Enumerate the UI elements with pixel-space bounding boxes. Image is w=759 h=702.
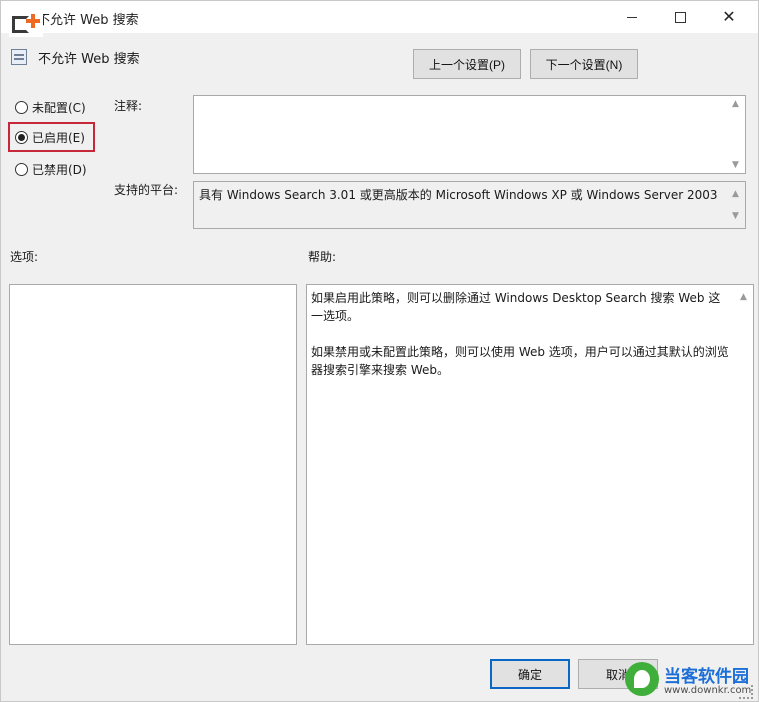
maximize-icon [674, 11, 686, 23]
policy-name: 不允许 Web 搜索 [38, 52, 140, 67]
close-button[interactable]: ✕ [706, 1, 752, 33]
radio-circle-icon [15, 101, 28, 114]
maximize-button[interactable] [657, 1, 703, 33]
radio-disabled[interactable]: 已禁用(D) [15, 161, 87, 178]
platform-label: 支持的平台: [114, 183, 179, 197]
radio-circle-icon [15, 163, 28, 176]
scroll-down-icon: ▼ [732, 160, 739, 170]
scroll-up-icon: ▲ [732, 189, 739, 199]
enabled-highlight-box [8, 122, 95, 152]
close-icon: ✕ [722, 7, 736, 26]
title-bar[interactable]: 不允许 Web 搜索 ✕ [1, 1, 758, 33]
help-scrollbar[interactable]: ▲ [736, 285, 753, 644]
options-panel [9, 284, 297, 645]
platform-value: 具有 Windows Search 3.01 或更高版本的 Microsoft … [199, 188, 718, 202]
platform-text: 具有 Windows Search 3.01 或更高版本的 Microsoft … [193, 181, 746, 229]
add-logo-icon [9, 7, 43, 37]
watermark-icon [625, 662, 659, 696]
radio-not-configured[interactable]: 未配置(C) [15, 99, 86, 116]
help-paragraph: 如果禁用或未配置此策略，则可以使用 Web 选项，用户可以通过其默认的浏览器搜索… [311, 345, 729, 377]
comment-label: 注释: [114, 99, 143, 113]
window-title: 不允许 Web 搜索 [37, 13, 139, 28]
platform-scrollbar[interactable]: ▲ ▼ [728, 182, 745, 228]
minimize-button[interactable] [609, 1, 655, 33]
watermark-name: 当客软件园 [664, 667, 749, 687]
minimize-icon [627, 16, 637, 18]
radio-label: 已禁用(D) [32, 163, 87, 177]
scroll-up-icon: ▲ [740, 292, 747, 302]
next-setting-button[interactable]: 下一个设置(N) [530, 49, 638, 79]
help-panel: 如果启用此策略，则可以删除通过 Windows Desktop Search 搜… [306, 284, 754, 645]
radio-label: 未配置(C) [32, 101, 86, 115]
scroll-up-icon: ▲ [732, 99, 739, 109]
watermark-url: www.downkr.com [664, 685, 752, 696]
options-label: 选项: [10, 250, 39, 264]
previous-setting-button[interactable]: 上一个设置(P) [413, 49, 521, 79]
scroll-down-icon: ▼ [732, 211, 739, 221]
policy-editor-window: 不允许 Web 搜索 ✕ 不允许 Web 搜索 上一个设置(P) 下一个设置(N… [0, 0, 759, 702]
watermark-logo: 当客软件园 www.downkr.com [622, 659, 758, 701]
policy-settings-icon [11, 49, 27, 65]
help-paragraph: 如果启用此策略，则可以删除通过 Windows Desktop Search 搜… [311, 291, 721, 323]
help-label: 帮助: [308, 250, 337, 264]
comment-textarea[interactable]: ▲ ▼ [193, 95, 746, 174]
ok-button[interactable]: 确定 [490, 659, 570, 689]
comment-scrollbar[interactable]: ▲ ▼ [728, 96, 745, 173]
